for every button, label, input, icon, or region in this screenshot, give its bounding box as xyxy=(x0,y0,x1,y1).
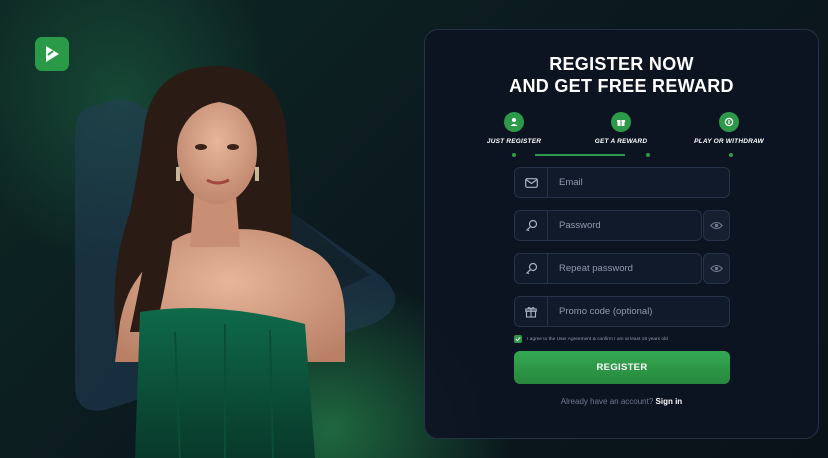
key-icon xyxy=(525,219,537,232)
progress-dot xyxy=(512,153,516,157)
repeat-password-field xyxy=(514,253,702,284)
have-account-text: Already have an account? xyxy=(560,397,654,406)
promo-code-input[interactable] xyxy=(548,296,729,327)
step-label: PLAY OR WITHDRAW xyxy=(694,138,764,145)
signin-row: Already have an account? Sign in xyxy=(425,397,818,406)
gift-icon xyxy=(525,306,537,318)
progress-line xyxy=(535,154,625,156)
brand-logo[interactable] xyxy=(35,37,69,71)
promo-code-field xyxy=(514,296,730,327)
mail-icon xyxy=(524,177,538,188)
step-label: GET A REWARD xyxy=(594,138,648,145)
key-icon xyxy=(525,262,537,275)
hero-model-image xyxy=(114,66,345,458)
show-password-toggle[interactable] xyxy=(703,210,730,241)
coin-icon xyxy=(724,117,734,127)
password-field xyxy=(514,210,702,241)
step-play-withdraw: PLAY OR WITHDRAW xyxy=(679,112,779,145)
agreement-checkbox[interactable] xyxy=(514,335,522,343)
register-title-line2: AND GET FREE REWARD xyxy=(509,76,734,96)
play-logo-icon xyxy=(46,46,59,62)
eye-icon xyxy=(710,264,723,273)
register-title-line1: REGISTER NOW xyxy=(549,54,694,74)
signin-link[interactable]: Sign in xyxy=(656,397,683,406)
email-input[interactable] xyxy=(548,167,729,198)
user-icon xyxy=(510,118,518,126)
step-label: JUST REGISTER xyxy=(486,138,542,145)
register-panel: REGISTER NOW AND GET FREE REWARD JUST RE… xyxy=(424,29,819,439)
progress-dot xyxy=(729,153,733,157)
check-icon xyxy=(515,337,521,342)
agreement-text: I agree to the User Agreement & confirm … xyxy=(527,336,668,342)
show-repeat-password-toggle[interactable] xyxy=(703,253,730,284)
register-button[interactable]: REGISTER xyxy=(514,351,730,384)
progress-dot xyxy=(646,153,650,157)
repeat-password-input[interactable] xyxy=(548,253,701,284)
gift-icon xyxy=(617,120,625,126)
step-just-register: JUST REGISTER xyxy=(464,112,564,145)
password-input[interactable] xyxy=(548,210,701,241)
step-get-reward: GET A REWARD xyxy=(571,112,671,145)
eye-icon xyxy=(710,221,723,230)
register-title: REGISTER NOW AND GET FREE REWARD xyxy=(425,53,818,97)
email-field xyxy=(514,167,730,198)
agreement-row: I agree to the User Agreement & confirm … xyxy=(514,335,668,343)
